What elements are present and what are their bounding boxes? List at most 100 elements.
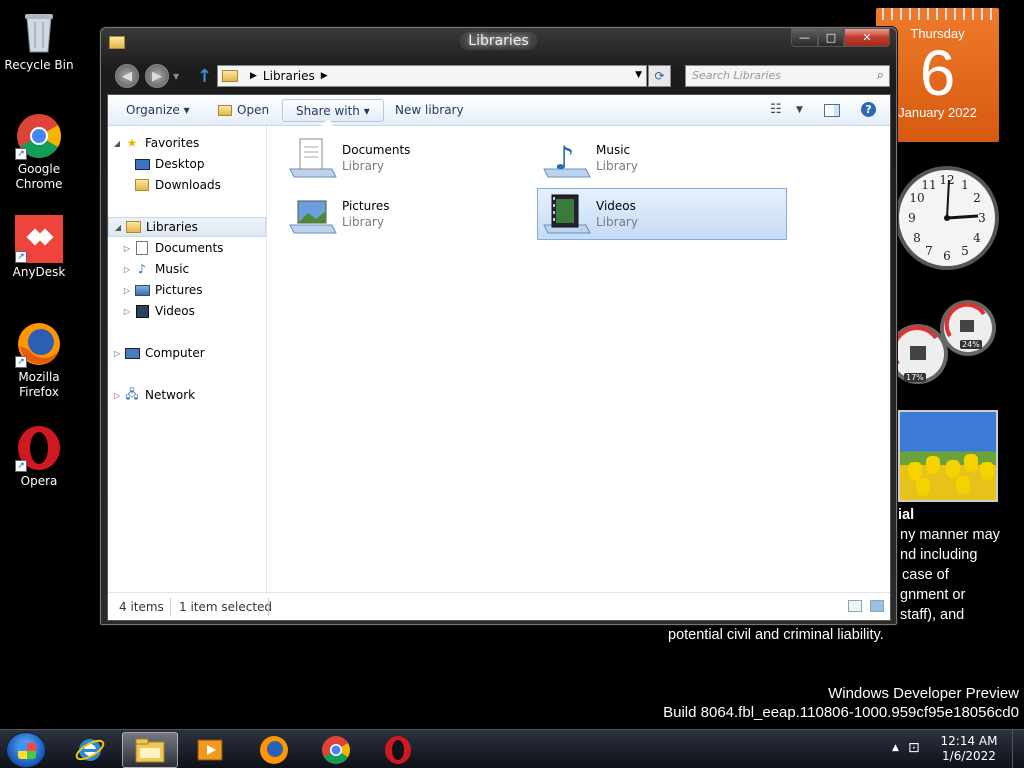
desktop-icon-mozilla-firefox[interactable]: ↗ Mozilla Firefox xyxy=(0,320,78,400)
library-name: Music xyxy=(596,143,631,157)
start-button[interactable] xyxy=(6,732,46,768)
svg-text:1: 1 xyxy=(961,178,969,192)
tree-label: Computer xyxy=(145,346,205,360)
library-item-music[interactable]: ♪ Music Library xyxy=(538,132,788,184)
svg-text:5: 5 xyxy=(961,244,969,258)
cpu-meter-gadget[interactable]: 17% 24% xyxy=(888,298,1000,392)
tree-item-downloads[interactable]: Downloads xyxy=(132,175,221,195)
clock-gadget[interactable]: 12 1 2 345 678 9 10 11 xyxy=(893,156,1001,280)
close-button[interactable]: ✕ xyxy=(844,28,890,47)
expand-arrow-icon[interactable]: ▷ xyxy=(122,307,132,316)
breadcrumb-separator-icon[interactable]: ▶ xyxy=(250,71,257,81)
expand-arrow-icon[interactable]: ▷ xyxy=(112,391,122,400)
tree-item-favorites[interactable]: ◢ ★ Favorites xyxy=(112,133,199,153)
library-name: Videos xyxy=(596,199,636,213)
tree-item-videos[interactable]: ▷ Videos xyxy=(122,301,195,321)
view-options-dropdown-icon[interactable]: ▼ xyxy=(796,105,803,115)
anydesk-icon: ↗ xyxy=(15,215,63,263)
tree-item-pictures[interactable]: ▷ Pictures xyxy=(122,280,203,300)
search-input[interactable]: Search Libraries ⌕ xyxy=(685,65,890,87)
preview-pane-icon[interactable] xyxy=(824,104,840,117)
firefox-icon xyxy=(260,736,288,764)
share-with-button[interactable]: Share with ▾ xyxy=(282,99,384,122)
details-view-icon[interactable] xyxy=(848,600,862,612)
address-dropdown-icon[interactable]: ▼ xyxy=(635,70,642,80)
organize-button[interactable]: Organize ▾ xyxy=(126,103,190,117)
taskbar-opera[interactable] xyxy=(370,732,426,768)
change-view-icon[interactable]: ☷ xyxy=(770,102,782,117)
tree-item-libraries[interactable]: ◢ Libraries xyxy=(108,217,266,237)
videos-library-icon xyxy=(540,191,592,237)
address-bar[interactable]: ▶ Libraries ▶ ▼ xyxy=(217,65,647,87)
opera-icon xyxy=(385,736,411,764)
memory-percent: 24% xyxy=(960,340,982,349)
taskbar-chrome[interactable] xyxy=(308,732,364,768)
svg-text:12: 12 xyxy=(939,173,954,187)
taskbar-windows-explorer[interactable] xyxy=(122,732,178,768)
library-item-pictures[interactable]: Pictures Library xyxy=(284,188,534,240)
breadcrumb-libraries[interactable]: Libraries xyxy=(263,69,315,83)
firefox-icon: ↗ xyxy=(15,320,63,368)
title-bar[interactable]: Libraries — □ ✕ xyxy=(101,28,896,58)
taskbar-firefox[interactable] xyxy=(246,732,302,768)
svg-text:8: 8 xyxy=(913,231,921,245)
open-button[interactable]: Open xyxy=(237,103,269,117)
slideshow-gadget[interactable] xyxy=(898,410,998,502)
library-item-videos[interactable]: Videos Library xyxy=(537,188,787,240)
expand-arrow-icon[interactable]: ▷ xyxy=(112,349,122,358)
library-type: Library xyxy=(596,159,638,173)
music-icon: ♪ xyxy=(138,262,146,276)
network-status-icon[interactable]: ⊡ xyxy=(908,740,920,756)
taskbar-internet-explorer[interactable] xyxy=(62,732,118,768)
tree-item-computer[interactable]: ▷ Computer xyxy=(112,343,205,363)
status-bar: 4 items 1 item selected xyxy=(108,592,890,620)
internet-explorer-icon xyxy=(75,739,105,761)
taskbar-media-player[interactable] xyxy=(182,732,238,768)
svg-text:4: 4 xyxy=(973,231,981,245)
clock-date: 1/6/2022 xyxy=(942,749,996,763)
breadcrumb-separator-icon[interactable]: ▶ xyxy=(321,71,328,81)
desktop-icon-anydesk[interactable]: ↗ AnyDesk xyxy=(0,215,78,280)
build-watermark: Windows Developer Preview Build 8064.fbl… xyxy=(663,684,1019,722)
chrome-icon xyxy=(322,736,350,764)
media-player-icon xyxy=(197,739,223,761)
desktop-icon-opera[interactable]: ↗ Opera xyxy=(0,424,78,489)
collapse-arrow-icon[interactable]: ◢ xyxy=(112,139,122,148)
expand-arrow-icon[interactable]: ▷ xyxy=(122,244,132,253)
expand-arrow-icon[interactable]: ▷ xyxy=(122,265,132,274)
tree-item-music[interactable]: ▷ ♪ Music xyxy=(122,259,189,279)
large-icons-view-icon[interactable] xyxy=(870,600,884,612)
tree-item-documents[interactable]: ▷ Documents xyxy=(122,238,223,258)
tree-item-desktop[interactable]: Desktop xyxy=(132,154,205,174)
desktop-icon-google-chrome[interactable]: ↗ Google Chrome xyxy=(0,112,78,192)
taskbar-clock[interactable]: 12:14 AM 1/6/2022 xyxy=(934,734,1004,764)
collapse-arrow-icon[interactable]: ◢ xyxy=(113,223,123,232)
back-button[interactable]: ◀ xyxy=(115,64,139,88)
desktop-icon-label: Opera xyxy=(20,474,58,488)
tree-item-network[interactable]: ▷ 🖧 Network xyxy=(112,385,195,405)
shortcut-arrow-icon: ↗ xyxy=(15,251,27,263)
recent-pages-dropdown[interactable]: ▼ xyxy=(173,72,179,81)
navigation-bar: ◀ ▶ ▼ ↑ ▶ Libraries ▶ ▼ ⟳ Search Librari… xyxy=(107,62,890,90)
new-library-button[interactable]: New library xyxy=(395,103,464,117)
tree-label: Documents xyxy=(155,241,224,255)
help-icon[interactable]: ? xyxy=(861,102,876,117)
refresh-button[interactable]: ⟳ xyxy=(648,65,671,87)
search-placeholder: Search Libraries xyxy=(692,69,782,82)
up-arrow-icon[interactable]: ↑ xyxy=(197,66,212,87)
navigation-pane: ◢ ★ Favorites Desktop Downloads ◢ Librar… xyxy=(108,126,267,592)
item-count: 4 items xyxy=(119,600,164,614)
forward-button[interactable]: ▶ xyxy=(145,64,169,88)
show-hidden-icons-icon[interactable]: ▲ xyxy=(892,743,899,753)
minimize-button[interactable]: — xyxy=(791,28,818,47)
explorer-client-area: Organize ▾ Open Share with ▾ New library… xyxy=(107,94,891,621)
window-title: Libraries xyxy=(460,32,537,50)
expand-arrow-icon[interactable]: ▷ xyxy=(122,286,132,295)
search-icon[interactable]: ⌕ xyxy=(877,68,884,83)
svg-text:7: 7 xyxy=(925,244,933,258)
show-desktop-button[interactable] xyxy=(1012,730,1024,768)
library-type: Library xyxy=(342,159,384,173)
library-item-documents[interactable]: Documents Library xyxy=(284,132,534,184)
desktop-icon-recycle-bin[interactable]: Recycle Bin xyxy=(0,8,78,73)
maximize-button[interactable]: □ xyxy=(818,28,844,47)
